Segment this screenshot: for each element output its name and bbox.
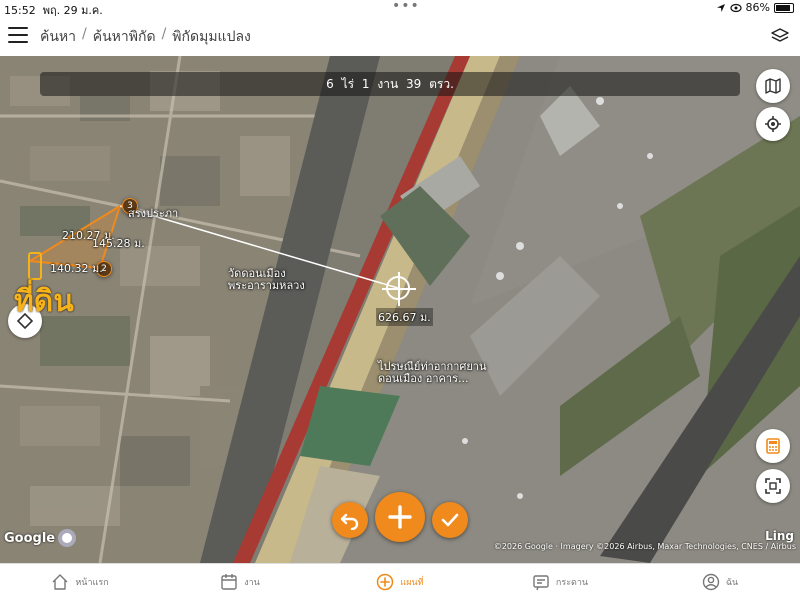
add-circle-icon bbox=[377, 573, 394, 591]
calendar-icon bbox=[221, 574, 237, 590]
ling-logo: Ling bbox=[765, 529, 794, 543]
tab-board-label: กระดาน bbox=[555, 578, 589, 588]
confirm-button[interactable] bbox=[432, 502, 468, 538]
map-attribution: ©2026 Google · Imagery ©2026 Airbus, Max… bbox=[493, 542, 796, 551]
my-location-button[interactable] bbox=[756, 107, 790, 141]
tab-bar: หน้าแรก งาน แผนที่ กระดาน ฉัน bbox=[0, 563, 800, 600]
calculator-button[interactable] bbox=[756, 429, 790, 463]
status-bar: 15:52 พฤ. 29 ม.ค. ••• 86% bbox=[0, 0, 800, 17]
menu-icon[interactable] bbox=[8, 27, 28, 45]
tab-map[interactable]: แผนที่ bbox=[320, 564, 480, 600]
tab-tasks[interactable]: งาน bbox=[160, 564, 320, 600]
breadcrumb-corner-coords: พิกัดมุมแปลง bbox=[172, 29, 251, 45]
google-logo: Google bbox=[4, 531, 56, 546]
layers-icon[interactable] bbox=[770, 26, 790, 46]
area-ngan-unit: งาน bbox=[377, 77, 399, 91]
undo-button[interactable] bbox=[332, 502, 368, 538]
check-icon bbox=[441, 513, 459, 527]
breadcrumb: ค้นหา / ค้นหาพิกัด / พิกัดมุมแปลง bbox=[40, 26, 251, 48]
board-icon bbox=[533, 575, 549, 591]
status-right: 86% bbox=[716, 1, 794, 14]
brand-text: ที่ดิน bbox=[14, 284, 74, 319]
tab-home[interactable]: หน้าแรก bbox=[0, 564, 160, 600]
tab-board[interactable]: กระดาน bbox=[480, 564, 640, 600]
area-banner: 6 ไร่ 1 งาน 39 ตรว. bbox=[40, 72, 740, 96]
add-point-button[interactable] bbox=[375, 492, 425, 542]
post-office-label: ไปรษณีย์ท่าอากาศยาน ดอนเมือง อาคาร... bbox=[378, 360, 487, 385]
area-wa-value: 39 bbox=[405, 77, 422, 91]
eye-icon bbox=[729, 3, 742, 12]
breadcrumb-search[interactable]: ค้นหา bbox=[40, 26, 76, 48]
tab-map-label: แผนที่ bbox=[400, 578, 424, 588]
distance-label-2: 145.28 ม. bbox=[92, 237, 145, 250]
area-ngan-value: 1 bbox=[361, 77, 370, 91]
breadcrumb-separator: / bbox=[82, 26, 87, 42]
temple-label: วัดดอนเมือง พระอารามหลวง bbox=[228, 267, 305, 292]
measure-distance-label: 626.67 ม. bbox=[376, 308, 433, 326]
tab-tasks-label: งาน bbox=[244, 578, 260, 588]
measure-crosshair-icon[interactable] bbox=[382, 272, 416, 306]
breadcrumb-search-coords[interactable]: ค้นหาพิกัด bbox=[93, 26, 156, 48]
map-icon bbox=[765, 78, 781, 94]
battery-percent: 86% bbox=[745, 1, 770, 14]
street-label-songprapa: สรงประภา bbox=[128, 207, 179, 220]
undo-icon bbox=[340, 513, 359, 530]
home-icon bbox=[52, 574, 68, 590]
calculator-icon bbox=[766, 438, 780, 454]
map-type-button[interactable] bbox=[756, 69, 790, 103]
area-rai-unit: ไร่ bbox=[341, 77, 355, 91]
tab-home-label: หน้าแรก bbox=[75, 578, 109, 588]
area-wa-unit: ตรว. bbox=[429, 77, 454, 91]
distance-label-3: 140.32 ม. bbox=[50, 262, 103, 275]
area-rai-value: 6 bbox=[326, 77, 334, 91]
tab-me-label: ฉัน bbox=[725, 578, 739, 588]
multitask-dots[interactable]: ••• bbox=[392, 0, 420, 14]
plus-icon bbox=[388, 505, 412, 529]
user-icon bbox=[702, 573, 720, 591]
app-root: 15:52 พฤ. 29 ม.ค. ••• 86% ค้นหา / ค้นหาพ… bbox=[0, 0, 800, 600]
scan-button[interactable] bbox=[756, 469, 790, 503]
scan-icon bbox=[765, 478, 781, 494]
top-bar: ค้นหา / ค้นหาพิกัด / พิกัดมุมแปลง bbox=[0, 16, 800, 56]
compass-icon[interactable] bbox=[58, 529, 76, 547]
brand-mark bbox=[28, 252, 42, 280]
map-view[interactable]: 6 ไร่ 1 งาน 39 ตรว. 3 2 210.27 ม. 145.28… bbox=[0, 56, 800, 563]
tab-me[interactable]: ฉัน bbox=[640, 564, 800, 600]
crosshair-icon bbox=[765, 116, 781, 132]
location-arrow-icon bbox=[716, 3, 725, 12]
battery-icon bbox=[774, 2, 794, 13]
breadcrumb-separator: / bbox=[161, 26, 167, 42]
